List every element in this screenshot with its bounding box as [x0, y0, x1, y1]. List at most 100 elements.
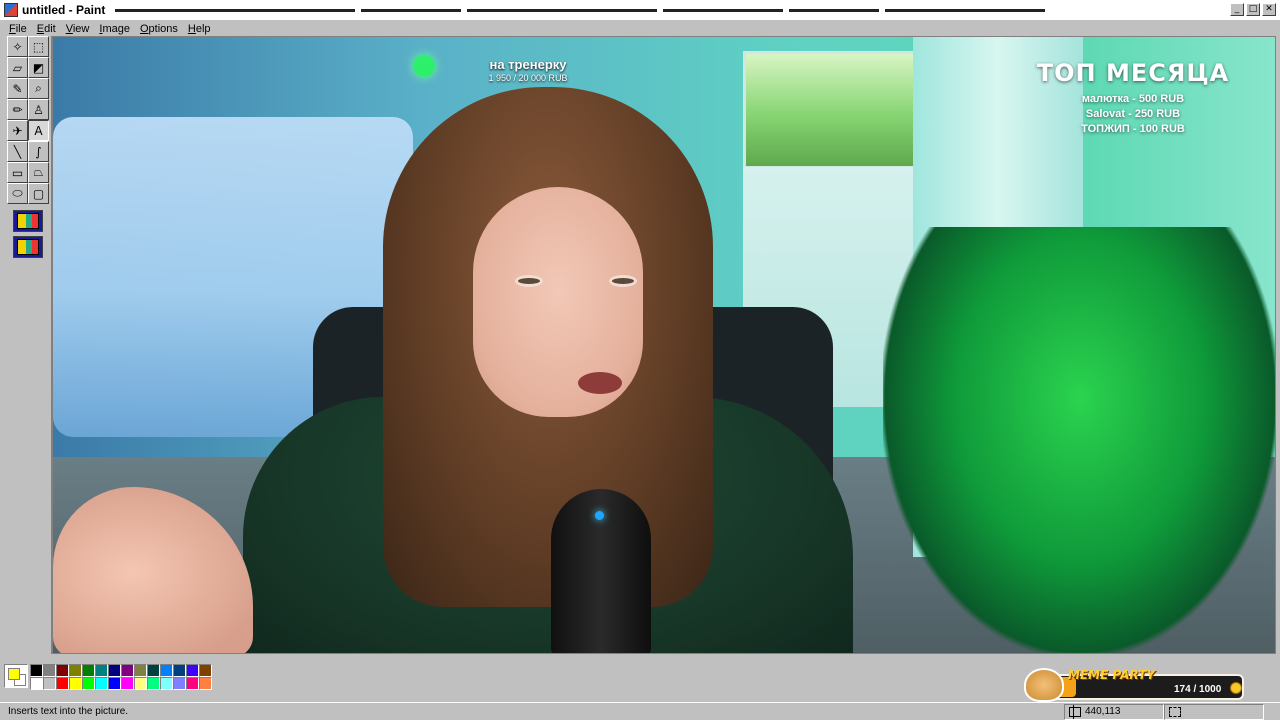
status-bar: Inserts text into the picture. 440,113	[0, 702, 1280, 720]
palette-swatch[interactable]	[43, 677, 56, 690]
top-donor-row: малютка - 500 RUB	[1081, 93, 1185, 105]
meme-party-widget: MEME PARTY 174 / 1000	[1024, 664, 1246, 702]
tool-option-opaque[interactable]	[13, 210, 43, 232]
maximize-button[interactable]: □	[1246, 3, 1260, 16]
title-stripes	[115, 0, 1280, 20]
tool-button-select[interactable]: ⬚	[28, 36, 49, 57]
minimize-button[interactable]: _	[1230, 3, 1244, 16]
airbrush-icon: ✈	[12, 123, 23, 138]
brush-icon: ♙	[33, 102, 44, 117]
tool-button-magnifier[interactable]: ⌕	[28, 78, 49, 99]
title-bar: untitled - Paint _ □ ✕	[0, 0, 1280, 20]
caption-buttons: _ □ ✕	[1230, 3, 1276, 16]
palette-swatch[interactable]	[82, 677, 95, 690]
opaque-background-icon	[17, 213, 39, 229]
doge-icon	[1024, 668, 1064, 702]
top-donor-row: Salovat - 250 RUB	[1085, 108, 1181, 120]
palette-swatch[interactable]	[56, 664, 69, 677]
palette-swatch[interactable]	[121, 664, 134, 677]
polygon-icon: ⏢	[33, 165, 44, 179]
close-button[interactable]: ✕	[1262, 3, 1276, 16]
toolbox: ✧ ⬚ ▱ ◩ ✎ ⌕ ✏ ♙ ✈ A ╲ ∫ ▭ ⏢ ⬭ ▢	[4, 36, 52, 654]
rectangle-icon: ▭	[11, 165, 24, 180]
foreground-color	[8, 668, 20, 680]
ellipse-icon: ⬭	[12, 186, 23, 200]
palette-swatch[interactable]	[199, 664, 212, 677]
selection-size-icon	[1169, 706, 1181, 717]
menu-options[interactable]: Options	[135, 23, 183, 35]
pencil-icon: ✏	[12, 102, 23, 117]
tool-button-rectangle[interactable]: ▭	[7, 162, 28, 183]
rounded-rectangle-icon: ▢	[32, 186, 45, 201]
palette-swatch[interactable]	[43, 664, 56, 677]
tool-button-polygon[interactable]: ⏢	[28, 162, 49, 183]
coords-value: 440,113	[1085, 706, 1121, 717]
palette-swatches	[30, 664, 212, 690]
magnifier-icon: ⌕	[35, 81, 42, 95]
tool-option-transparent[interactable]	[13, 236, 43, 258]
curve-icon: ∫	[35, 144, 42, 159]
tool-button-free-form-select[interactable]: ✧	[7, 36, 28, 57]
menu-image[interactable]: Image	[94, 23, 135, 35]
fill-icon: ◩	[32, 60, 45, 75]
transparent-background-icon	[17, 239, 39, 255]
status-size	[1164, 703, 1264, 720]
text-icon: A	[34, 123, 43, 138]
palette-swatch[interactable]	[134, 677, 147, 690]
meme-count: 174 / 1000	[1174, 684, 1222, 695]
webcam-picture: на тренерку 1 950 / 20 000 RUB ТОП МЕСЯЦ…	[53, 37, 1275, 653]
tool-button-brush[interactable]: ♙	[28, 99, 49, 120]
palette-swatch[interactable]	[69, 664, 82, 677]
drawing-canvas[interactable]: на тренерку 1 950 / 20 000 RUB ТОП МЕСЯЦ…	[52, 36, 1276, 654]
menu-file[interactable]: File	[4, 23, 32, 35]
palette-swatch[interactable]	[147, 664, 160, 677]
palette-swatch[interactable]	[199, 677, 212, 690]
tool-button-fill[interactable]: ◩	[28, 57, 49, 78]
current-colors	[4, 664, 28, 688]
palette-swatch[interactable]	[134, 664, 147, 677]
select-icon: ⬚	[32, 39, 45, 54]
palette-swatch[interactable]	[160, 664, 173, 677]
top-donors-title: ТОП МЕСЯЦА	[1036, 59, 1230, 87]
paint-app-icon[interactable]	[4, 3, 18, 17]
tool-button-airbrush[interactable]: ✈	[7, 120, 28, 141]
palette-swatch[interactable]	[147, 677, 160, 690]
palette-swatch[interactable]	[95, 664, 108, 677]
palette-swatch[interactable]	[95, 677, 108, 690]
cursor-position-icon	[1069, 704, 1081, 719]
tool-button-line[interactable]: ╲	[7, 141, 28, 162]
menu-help[interactable]: Help	[183, 23, 216, 35]
tool-button-text[interactable]: A	[28, 120, 49, 141]
palette-swatch[interactable]	[108, 677, 121, 690]
menu-edit[interactable]: Edit	[32, 23, 61, 35]
status-text: Inserts text into the picture.	[8, 706, 129, 717]
meme-title: MEME PARTY	[1068, 668, 1156, 682]
plant	[883, 227, 1275, 653]
palette-swatch[interactable]	[160, 677, 173, 690]
palette-swatch[interactable]	[69, 677, 82, 690]
top-donor-row: ТОПЖИП - 100 RUB	[1081, 123, 1185, 135]
line-icon: ╲	[13, 144, 22, 159]
palette-swatch[interactable]	[173, 677, 186, 690]
palette-swatch[interactable]	[108, 664, 121, 677]
tool-button-pencil[interactable]: ✏	[7, 99, 28, 120]
eraser-icon: ▱	[12, 60, 23, 75]
palette-swatch[interactable]	[173, 664, 186, 677]
menu-view[interactable]: View	[61, 23, 95, 35]
palette-swatch[interactable]	[30, 677, 43, 690]
tool-button-ellipse[interactable]: ⬭	[7, 183, 28, 204]
status-coords: 440,113	[1064, 703, 1164, 720]
goal-progress: 1 950 / 20 000 RUB	[488, 73, 568, 83]
palette-swatch[interactable]	[186, 677, 199, 690]
tool-button-pick-color[interactable]: ✎	[7, 78, 28, 99]
donation-goal: на тренерку 1 950 / 20 000 RUB	[413, 49, 643, 89]
tool-button-rounded-rectangle[interactable]: ▢	[28, 183, 49, 204]
palette-swatch[interactable]	[121, 677, 134, 690]
paint-window: untitled - Paint _ □ ✕ File Edit View Im…	[0, 0, 1280, 720]
tool-button-curve[interactable]: ∫	[28, 141, 49, 162]
palette-swatch[interactable]	[186, 664, 199, 677]
palette-swatch[interactable]	[56, 677, 69, 690]
palette-swatch[interactable]	[82, 664, 95, 677]
tool-button-eraser[interactable]: ▱	[7, 57, 28, 78]
palette-swatch[interactable]	[30, 664, 43, 677]
